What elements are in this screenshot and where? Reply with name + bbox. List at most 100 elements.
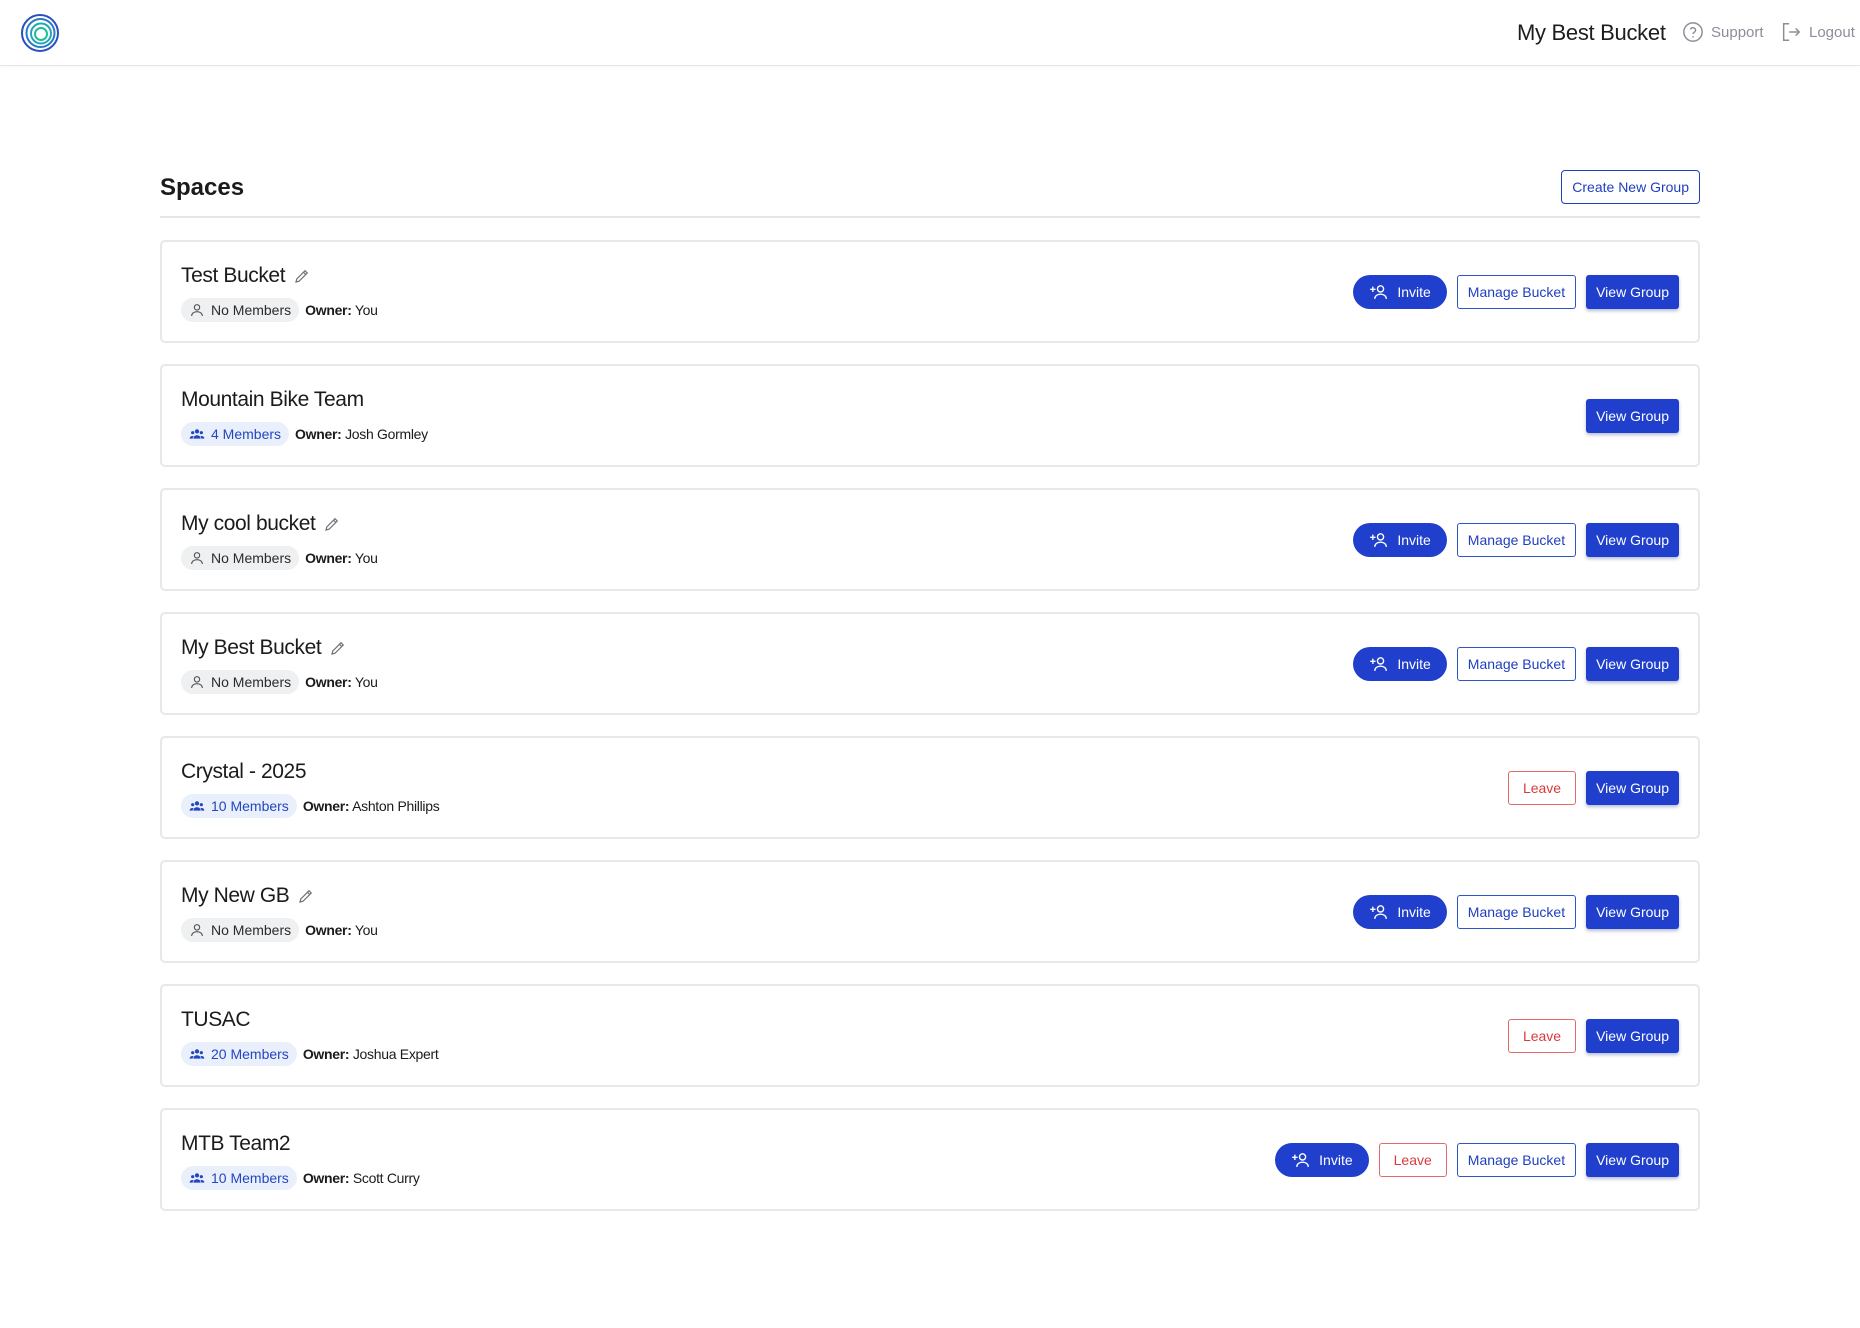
group-name: My cool bucket — [181, 512, 316, 535]
group-name: Mountain Bike Team — [181, 388, 364, 411]
group-meta: No Members Owner: You — [181, 298, 378, 322]
edit-name-icon[interactable] — [293, 267, 311, 285]
group-name-row: My Best Bucket — [181, 636, 347, 660]
group-meta: No Members Owner: You — [181, 670, 378, 694]
group-name: Test Bucket — [181, 264, 286, 287]
owner-name: Josh Gormley — [345, 426, 428, 442]
edit-name-icon[interactable] — [297, 887, 315, 905]
person-icon — [189, 302, 205, 318]
app-logo-icon[interactable] — [20, 13, 60, 53]
group-actions: Invite Manage Bucket View Group — [1353, 275, 1679, 309]
group-actions: Leave View Group — [1507, 1019, 1679, 1053]
member-count: 4 Members — [211, 426, 282, 442]
group-card: My New GB No Members Owner: You Invite Manag… — [160, 860, 1700, 963]
leave-button[interactable]: Leave — [1378, 1143, 1447, 1177]
group-actions: Invite Manage Bucket View Group — [1353, 523, 1679, 557]
add-user-icon — [1291, 1151, 1311, 1169]
add-user-icon — [1369, 531, 1389, 549]
create-new-group-button[interactable]: Create New Group — [1561, 170, 1700, 204]
group-name: My New GB — [181, 884, 290, 907]
group-list: Test Bucket No Members Owner: You Invite Man… — [160, 240, 1700, 1211]
support-label: Support — [1711, 23, 1764, 41]
group-name-row: Crystal - 2025 — [181, 760, 307, 784]
owner-label: Owner: — [305, 550, 352, 566]
help-circle-icon — [1683, 22, 1703, 42]
invite-button[interactable]: Invite — [1353, 895, 1447, 929]
leave-button[interactable]: Leave — [1507, 771, 1577, 805]
spaces-section: Spaces Create New Group Test Bucket No Me… — [160, 170, 1700, 1232]
group-name-row: Mountain Bike Team — [181, 388, 364, 412]
group-card: TUSAC 20 Members Owner: Joshua Expert Leave… — [160, 984, 1700, 1087]
group-actions: Invite Manage Bucket View Group — [1353, 895, 1679, 929]
member-count-badge: No Members — [181, 546, 300, 570]
group-name: My Best Bucket — [181, 636, 322, 659]
member-count: No Members — [211, 922, 292, 938]
group-card: MTB Team2 10 Members Owner: Scott Curry Inv… — [160, 1108, 1700, 1211]
person-icon — [189, 550, 205, 566]
view-group-button[interactable]: View Group — [1586, 647, 1679, 681]
group-meta: No Members Owner: You — [181, 918, 378, 942]
group-name-row: My New GB — [181, 884, 315, 908]
view-group-button[interactable]: View Group — [1586, 275, 1679, 309]
view-group-button[interactable]: View Group — [1586, 399, 1679, 433]
spaces-header: Spaces Create New Group — [160, 170, 1700, 218]
edit-name-icon[interactable] — [323, 515, 341, 533]
leave-button[interactable]: Leave — [1507, 1019, 1577, 1053]
manage-bucket-button[interactable]: Manage Bucket — [1456, 275, 1577, 309]
owner-info: Owner: Joshua Expert — [303, 1046, 439, 1062]
view-group-button[interactable]: View Group — [1586, 523, 1679, 557]
group-icon — [189, 798, 205, 814]
edit-name-icon[interactable] — [329, 639, 347, 657]
member-count-badge: No Members — [181, 918, 300, 942]
view-group-button[interactable]: View Group — [1586, 1143, 1679, 1177]
member-count-badge: 10 Members — [181, 794, 297, 818]
owner-label: Owner: — [302, 1170, 350, 1186]
manage-bucket-button[interactable]: Manage Bucket — [1456, 1143, 1577, 1177]
group-name-row: Test Bucket — [181, 264, 311, 288]
invite-button[interactable]: Invite — [1353, 523, 1447, 557]
group-name-row: My cool bucket — [181, 512, 341, 536]
group-actions: View Group — [1586, 399, 1679, 433]
owner-name: Scott Curry — [352, 1170, 420, 1186]
group-meta: 10 Members Owner: Ashton Phillips — [181, 794, 440, 818]
owner-name: Joshua Expert — [352, 1046, 439, 1062]
invite-button[interactable]: Invite — [1275, 1143, 1369, 1177]
view-group-button[interactable]: View Group — [1586, 771, 1679, 805]
top-navbar: My Best Bucket Support Logout — [0, 0, 1860, 66]
member-count-badge: 20 Members — [181, 1042, 297, 1066]
group-icon — [189, 1046, 205, 1062]
manage-bucket-button[interactable]: Manage Bucket — [1456, 647, 1577, 681]
manage-bucket-button[interactable]: Manage Bucket — [1456, 895, 1577, 929]
owner-info: Owner: You — [305, 302, 378, 318]
invite-label: Invite — [1397, 532, 1431, 548]
member-count-badge: No Members — [181, 298, 300, 322]
invite-label: Invite — [1397, 284, 1431, 300]
group-name: TUSAC — [181, 1008, 251, 1031]
member-count: No Members — [211, 550, 292, 566]
owner-name: You — [354, 550, 378, 566]
view-group-button[interactable]: View Group — [1586, 895, 1679, 929]
group-name: Crystal - 2025 — [181, 760, 307, 783]
member-count: No Members — [211, 674, 292, 690]
member-count: 20 Members — [211, 1046, 289, 1062]
logout-link[interactable]: Logout — [1780, 19, 1855, 45]
group-name-row: MTB Team2 — [181, 1132, 291, 1156]
person-icon — [189, 674, 205, 690]
owner-info: Owner: Scott Curry — [303, 1170, 420, 1186]
view-group-button[interactable]: View Group — [1586, 1019, 1679, 1053]
group-name-row: TUSAC — [181, 1008, 251, 1032]
add-user-icon — [1369, 655, 1389, 673]
person-icon — [189, 922, 205, 938]
owner-label: Owner: — [302, 798, 350, 814]
group-card: Test Bucket No Members Owner: You Invite Man… — [160, 240, 1700, 343]
invite-button[interactable]: Invite — [1353, 275, 1447, 309]
owner-label: Owner: — [295, 426, 342, 442]
member-count: No Members — [211, 302, 292, 318]
owner-label: Owner: — [302, 1046, 350, 1062]
support-link[interactable]: Support — [1682, 19, 1764, 45]
invite-label: Invite — [1319, 1152, 1353, 1168]
manage-bucket-button[interactable]: Manage Bucket — [1456, 523, 1577, 557]
invite-button[interactable]: Invite — [1353, 647, 1447, 681]
group-meta: 10 Members Owner: Scott Curry — [181, 1166, 420, 1190]
group-name: MTB Team2 — [181, 1132, 291, 1155]
